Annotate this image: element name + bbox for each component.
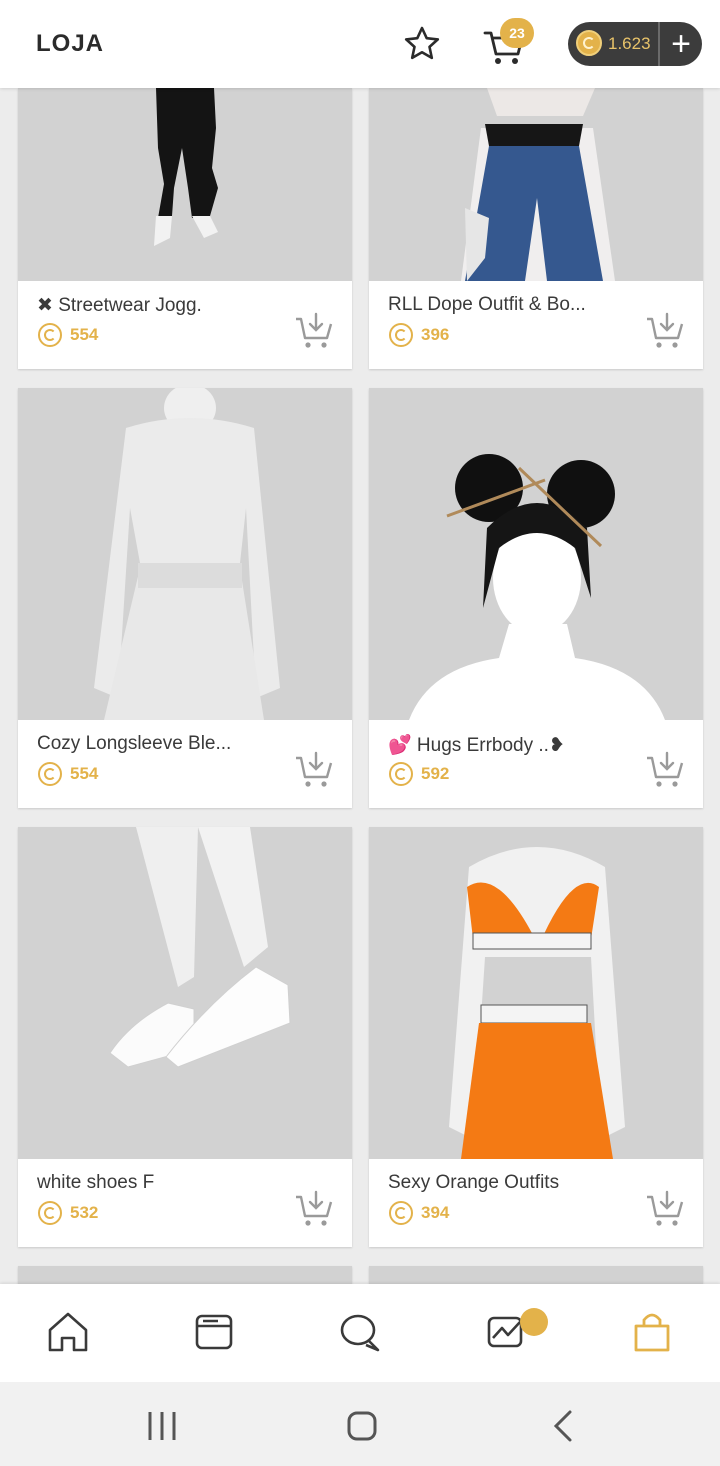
product-name: Cozy Longsleeve Ble... [37, 733, 232, 754]
add-to-cart-icon[interactable] [645, 1189, 685, 1229]
product-info: Sexy Orange Outfits 394 [369, 1159, 703, 1247]
recent-apps-icon[interactable] [142, 1406, 182, 1446]
product-name: white shoes F [37, 1172, 155, 1193]
product-price: 394 [421, 1203, 450, 1222]
coin-icon [38, 762, 62, 786]
product-info: RLL Dope Outfit & Bo... 396 [369, 281, 703, 369]
product-info: 💕 Hugs Errbody ..❥ 592 [369, 720, 703, 808]
joggers-figure-icon [154, 88, 218, 246]
product-price: 532 [70, 1203, 99, 1222]
coin-icon [38, 1201, 62, 1225]
top-bar: LOJA 23 1.623 + [0, 0, 720, 88]
coin-icon [389, 323, 413, 347]
add-to-cart-icon[interactable] [645, 750, 685, 790]
coin-amount: 1.623 [608, 34, 651, 53]
product-info: Cozy Longsleeve Ble... 554 [18, 720, 352, 808]
cart-count-badge: 23 [500, 18, 534, 48]
product-price: 554 [70, 325, 99, 344]
product-image-white-shoes[interactable] [18, 827, 352, 1159]
product-card[interactable]: Cozy Longsleeve Ble... 554 [18, 388, 352, 808]
sneakers-figure-icon [109, 827, 291, 1068]
longsleeve-figure-icon [94, 388, 280, 720]
hair-buns-figure-icon [409, 454, 665, 720]
jeans-figure-icon [461, 88, 615, 281]
product-price: 396 [421, 325, 450, 344]
orange-outfit-figure-icon [449, 847, 625, 1159]
product-card[interactable]: 💕 Hugs Errbody ..❥ 592 [369, 388, 703, 808]
browser-icon[interactable] [190, 1308, 238, 1356]
back-icon[interactable] [544, 1406, 584, 1446]
coin-icon [389, 1201, 413, 1225]
product-image-orange-outfit[interactable] [369, 827, 703, 1159]
coin-icon [576, 30, 602, 56]
system-navigation-bar [0, 1382, 720, 1466]
product-card[interactable] [369, 1266, 703, 1284]
product-card[interactable] [18, 1266, 352, 1284]
product-name: ✖ Streetwear Jogg. [37, 295, 202, 316]
add-coins-button[interactable]: + [660, 22, 702, 66]
add-to-cart-icon[interactable] [294, 750, 334, 790]
product-price: 592 [421, 764, 450, 783]
product-name: 💕 Hugs Errbody ..❥ [388, 735, 565, 756]
bottom-navigation [0, 1284, 720, 1382]
product-info: white shoes F 532 [18, 1159, 352, 1247]
add-to-cart-icon[interactable] [645, 311, 685, 351]
coin-balance: 1.623 + [568, 22, 702, 66]
add-to-cart-icon[interactable] [294, 311, 334, 351]
product-info: ✖ Streetwear Jogg. 554 [18, 281, 352, 369]
favorites-star-icon[interactable] [402, 24, 442, 64]
product-card[interactable]: white shoes F 532 [18, 827, 352, 1247]
coin-icon [38, 323, 62, 347]
page-title: LOJA [36, 30, 105, 57]
add-to-cart-icon[interactable] [294, 1189, 334, 1229]
product-image-hugs-errbody[interactable] [369, 388, 703, 720]
product-name: Sexy Orange Outfits [388, 1172, 560, 1193]
shop-bag-icon[interactable] [628, 1308, 676, 1356]
product-price: 554 [70, 764, 99, 783]
product-image-dope-outfit[interactable] [369, 88, 703, 281]
product-card[interactable]: ✖ Streetwear Jogg. 554 [18, 88, 352, 369]
product-card[interactable]: RLL Dope Outfit & Bo... 396 [369, 88, 703, 369]
product-name: RLL Dope Outfit & Bo... [388, 294, 586, 315]
product-image-cozy-longsleeve[interactable] [18, 388, 352, 720]
home-system-icon[interactable] [342, 1406, 382, 1446]
product-image-joggers[interactable] [18, 88, 352, 281]
chat-icon[interactable] [336, 1308, 384, 1356]
notification-dot [520, 1308, 548, 1336]
product-card[interactable]: Sexy Orange Outfits 394 [369, 827, 703, 1247]
home-icon[interactable] [44, 1308, 92, 1356]
coin-icon [389, 762, 413, 786]
